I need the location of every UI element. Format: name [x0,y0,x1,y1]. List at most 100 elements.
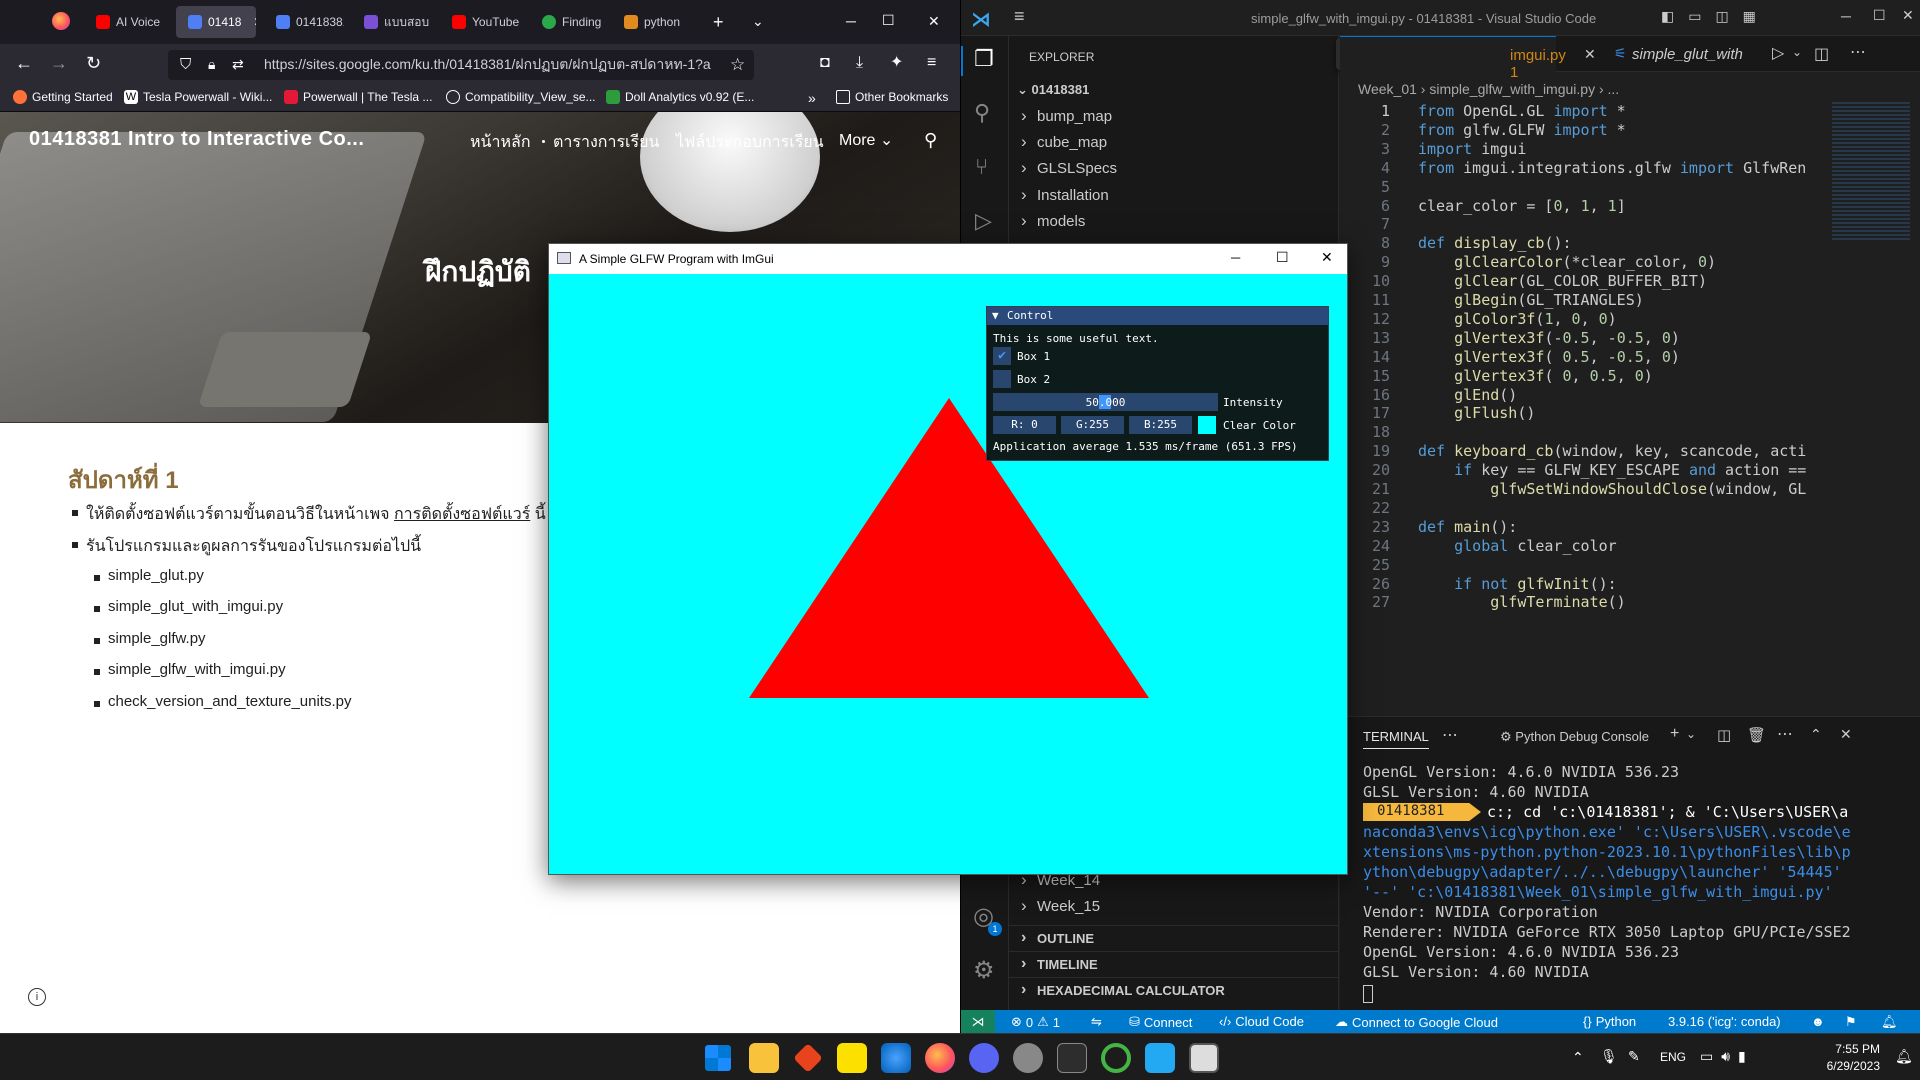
more-bookmarks-icon[interactable]: » [808,90,816,106]
terminal-panel[interactable]: TERMINAL ⋯ ⚙ Python Debug Console + ⌄ ◫ … [1340,716,1920,1010]
python-status[interactable]: {} Python [1583,1014,1636,1029]
glfw-titlebar[interactable]: A Simple GLFW Program with ImGui ─ ☐ ✕ [549,244,1347,274]
site-title[interactable]: 01418381 Intro to Interactive Co... [29,128,364,151]
tab-active-01418[interactable]: 01418✕ [176,6,256,38]
hamburger-menu-icon[interactable]: ≡ [927,54,936,72]
firefox-menu-icon[interactable] [52,12,70,30]
bookmark-tesla-powerwall[interactable]: Powerwall | The Tesla ... [284,90,432,104]
nav-schedule[interactable]: ตารางการเรียน [553,130,659,155]
collapse-arrow-icon[interactable]: ▼ [992,307,999,325]
chevron-up-icon[interactable]: ⌃ [1572,1049,1584,1066]
extensions-icon[interactable]: ✦ [890,54,903,72]
connect-status[interactable]: ⛁ Connect [1129,1014,1192,1030]
close-panel-icon[interactable]: ✕ [1840,726,1852,743]
trash-icon[interactable]: 🗑︎ [1747,726,1766,744]
bookmark-compatibility-view[interactable]: Compatibility_View_se... [446,90,596,104]
folder-cube-map[interactable]: cube_map [1021,132,1107,152]
more-panels-icon[interactable]: ⋯ [1442,725,1458,745]
interpreter-status[interactable]: 3.9.16 ('icg': conda) [1668,1014,1781,1029]
pen-icon[interactable]: ✎ [1628,1048,1640,1065]
code-editor[interactable]: imgui.py 1 ✕ ⚟ simple_glut_with ▷ ⌄ ◫ ⋯ … [1340,36,1920,716]
minimap[interactable] [1832,102,1910,242]
file-explorer-icon[interactable] [749,1043,779,1073]
back-icon[interactable]: ← [15,54,33,72]
split-terminal-icon[interactable]: ◫ [1717,726,1731,744]
layout-controls-icon[interactable]: ◧▭◫▦ [1661,8,1770,25]
shield-icon[interactable]: ⛉ [180,56,191,73]
blue-input[interactable]: B:255 [1129,416,1192,434]
cloud-code-status[interactable]: ‹/› Cloud Code [1219,1014,1304,1029]
git-icon[interactable] [793,1043,823,1073]
notification-bell-icon[interactable]: 🔔︎ [1895,1048,1913,1065]
run-python-icon[interactable]: ▷ [1772,43,1784,63]
close-window-icon[interactable]: ✕ [1902,7,1914,24]
debug-status-icon[interactable]: ⇋ [1091,1014,1102,1030]
tab-youtube[interactable]: YouTube [440,6,526,38]
close-window-icon[interactable]: ✕ [1321,249,1333,266]
info-icon[interactable]: i [28,988,46,1006]
maximize-icon[interactable]: ☐ [1276,249,1289,266]
nav-more[interactable]: More ⌄ [839,130,893,150]
start-icon[interactable] [705,1045,731,1071]
folder-bump-map[interactable]: bump_map [1021,106,1112,126]
tab-01418381[interactable]: 01418381 [264,6,344,38]
bookmark-star-icon[interactable]: ☆ [726,55,746,75]
terminal-taskbar-icon[interactable] [1057,1043,1087,1073]
tab-simple-glfw-with-imgui[interactable]: imgui.py 1 [1340,36,1566,81]
downloads-icon[interactable]: ⤓ [856,54,863,72]
maximize-icon[interactable]: ☐ [1873,7,1886,24]
new-tab-icon[interactable]: + [713,13,724,31]
gear-icon[interactable]: ⚙ [973,956,995,985]
remote-icon[interactable]: ⋊ [961,1010,995,1033]
problems-status[interactable]: ⊗ 0 ⚠ 1 [1011,1014,1060,1030]
list-tabs-icon[interactable]: ⌄ [752,12,764,30]
settings-icon[interactable] [1013,1043,1043,1073]
copilot-icon[interactable]: ☻ [1811,1014,1825,1029]
run-debug-icon[interactable]: ▷ [975,208,992,234]
minimize-icon[interactable]: ─ [846,12,856,30]
close-tab-icon[interactable]: ✕ [1584,46,1596,63]
maximize-icon[interactable]: ☐ [882,11,895,29]
split-editor-icon[interactable]: ◫ [1814,44,1829,64]
breadcrumb[interactable]: Week_01 › simple_glfw_with_imgui.py › ..… [1358,81,1619,97]
tab-python[interactable]: python [612,6,694,38]
nav-home[interactable]: หน้าหลัก [470,130,531,155]
language-indicator[interactable]: ENG [1660,1050,1686,1064]
vscode-taskbar-icon[interactable] [1145,1043,1175,1073]
red-input[interactable]: R: 0 [993,416,1056,434]
folder-models[interactable]: models [1021,211,1085,231]
close-tab-icon[interactable]: ✕ [253,15,256,29]
google-cloud-status[interactable]: ☁ Connect to Google Cloud [1335,1014,1498,1030]
clock-date[interactable]: 6/29/2023 [1820,1059,1880,1073]
nav-files[interactable]: ไฟล์ประกอบการเรียน [676,130,824,155]
imgui-control-window[interactable]: ▼ Control This is some useful text. ✔ Bo… [986,306,1329,461]
tab-simple-glut-with-imgui[interactable]: ⚟ simple_glut_with [1602,36,1750,72]
bookmark-doll-analytics[interactable]: Doll Analytics v0.92 (E... [606,90,754,104]
explorer-icon[interactable]: ❐ [974,46,994,72]
install-software-link[interactable]: การติดตั้งซอฟต์แวร์ [394,506,530,523]
tab-finding[interactable]: Finding [530,6,612,38]
microphone-icon[interactable]: 🎙︎ [1600,1048,1618,1065]
system-tray-icons[interactable]: ▭🔊︎▮ [1700,1048,1754,1065]
search-icon[interactable]: ⚲ [974,100,990,126]
terminal-selector[interactable]: ⚙ Python Debug Console [1500,729,1649,745]
bookmark-tesla-wiki[interactable]: W Tesla Powerwall - Wiki... [124,90,272,104]
workspace-root[interactable]: ⌄ 01418381 [1017,82,1089,98]
discord-icon[interactable] [969,1043,999,1073]
minimize-icon[interactable]: ─ [1841,8,1851,24]
spyder-icon[interactable] [1101,1043,1131,1073]
box2-checkbox[interactable] [993,370,1011,388]
firefox-taskbar-icon[interactable] [925,1043,955,1073]
terminal-tab[interactable]: TERMINAL [1363,729,1429,749]
run-dropdown-icon[interactable]: ⌄ [1792,45,1802,59]
outline-section[interactable]: OUTLINE [1009,925,1339,951]
green-input[interactable]: G:255 [1061,416,1124,434]
pocket-icon[interactable]: ◘ [820,54,830,72]
terminal-dropdown-icon[interactable]: ⌄ [1686,727,1696,741]
maximize-panel-icon[interactable]: ⌃ [1810,726,1822,743]
intensity-slider[interactable]: 50.000 [993,393,1218,411]
control-header[interactable]: ▼ Control [987,307,1328,325]
tab-ai-voice[interactable]: AI Voice [84,6,164,38]
permissions-icon[interactable]: ⇄ [232,56,244,73]
url-bar[interactable]: ⛉ 🔒︎ ⇄ https://sites.google.com/ku.th/01… [168,50,754,80]
